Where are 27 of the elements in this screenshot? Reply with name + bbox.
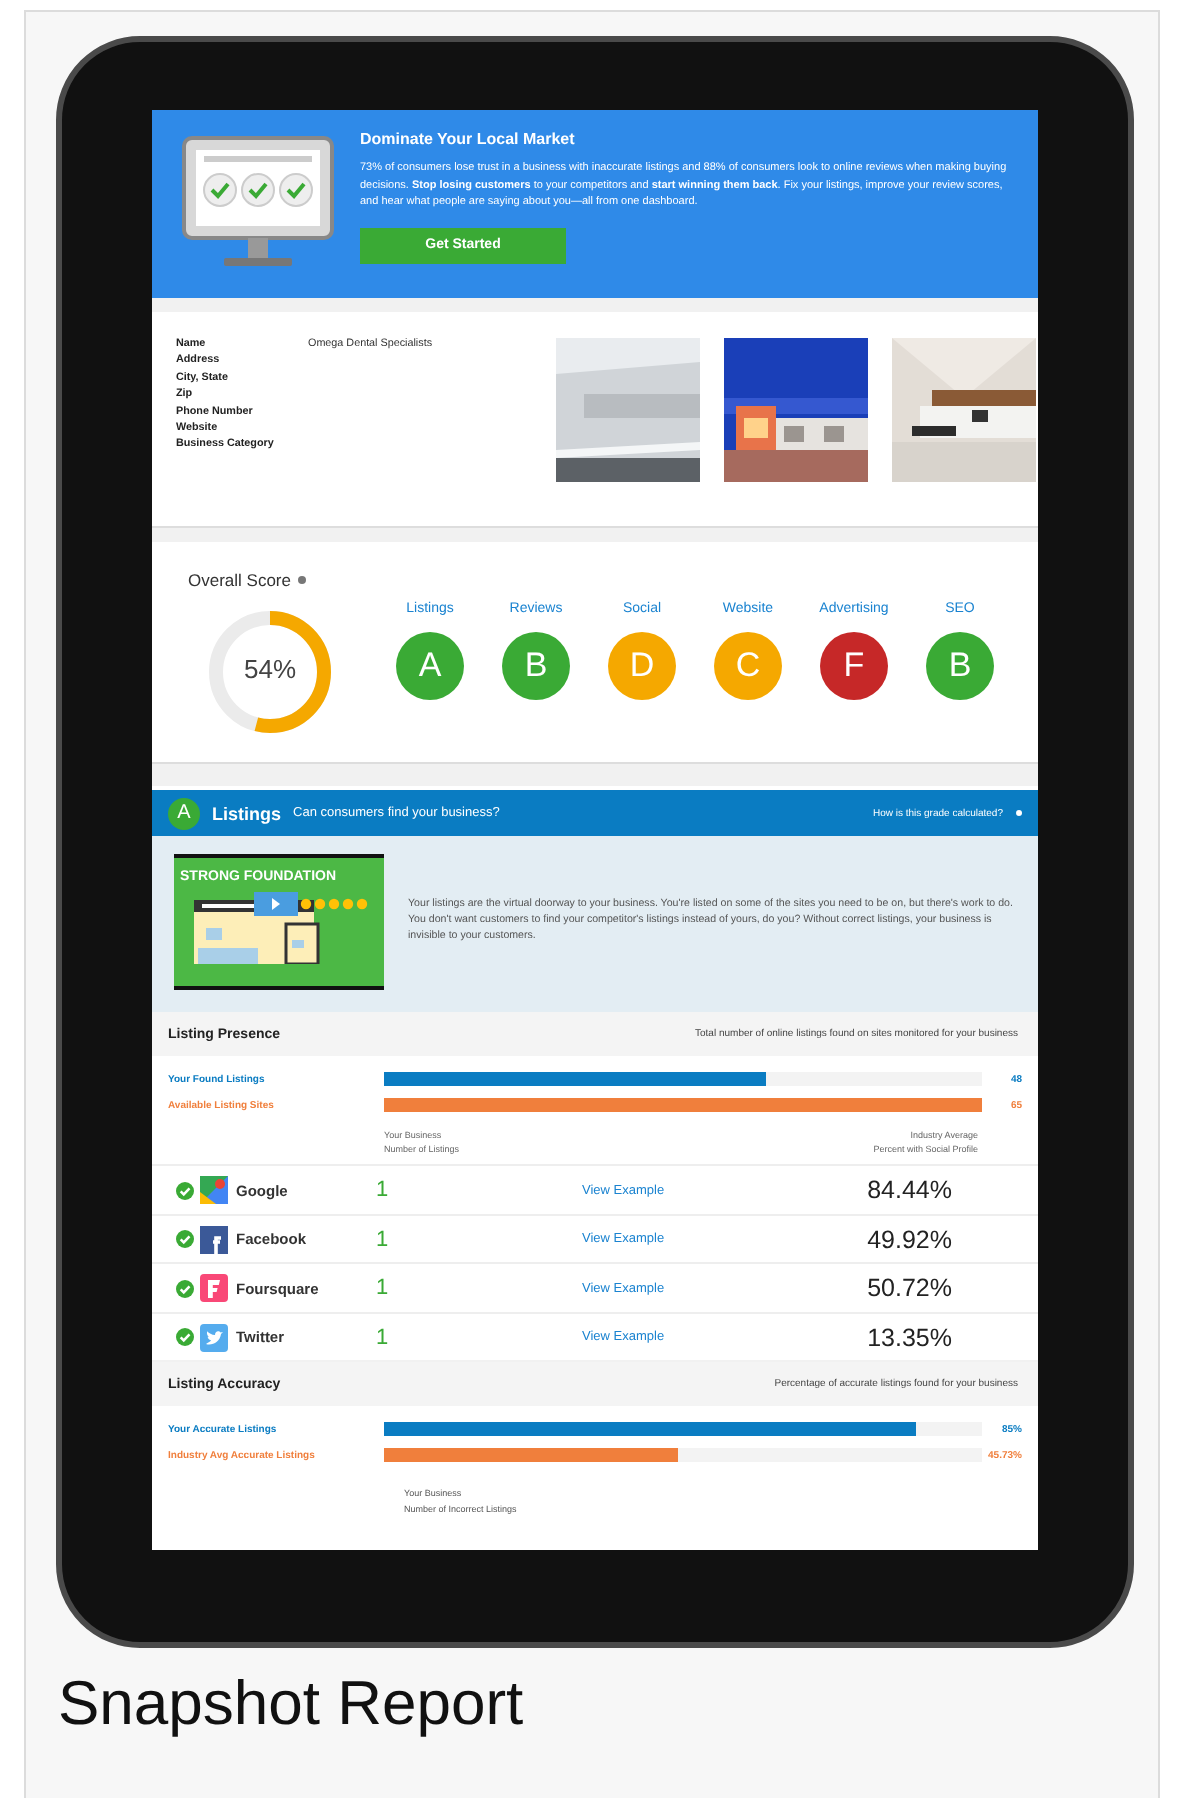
- grade-badge: A: [396, 632, 464, 700]
- caption: Snapshot Report: [56, 1666, 526, 1740]
- facebook-icon: [200, 1225, 228, 1254]
- score-value: 54%: [241, 654, 299, 684]
- map-icon: [200, 1176, 228, 1205]
- grade-badge: B: [502, 632, 570, 700]
- overall-score-title: Overall Score: [188, 570, 291, 590]
- industry-percent: 13.35%: [865, 1323, 952, 1352]
- listing-count: 1: [376, 1178, 391, 1203]
- grade-badge: D: [608, 632, 676, 700]
- industry-percent: 50.72%: [865, 1274, 952, 1303]
- section-title: Listings: [212, 803, 282, 823]
- listing-count: 1: [376, 1227, 391, 1252]
- listing-count: 1: [376, 1325, 391, 1350]
- industry-percent: 84.44%: [865, 1176, 952, 1205]
- listing-count: 1: [376, 1276, 391, 1301]
- hero-title: Dominate Your Local Market: [360, 130, 577, 148]
- grade-badge: B: [926, 632, 994, 700]
- info-icon[interactable]: [297, 576, 305, 584]
- foursquare-icon: [200, 1274, 228, 1303]
- score-donut: [204, 606, 336, 738]
- grade-badge: A: [168, 797, 200, 829]
- grade-badge: F: [820, 632, 888, 700]
- bird-icon: [200, 1323, 228, 1352]
- info-icon[interactable]: [1015, 809, 1022, 817]
- industry-percent: 49.92%: [865, 1225, 952, 1254]
- grade-badge: C: [714, 632, 782, 700]
